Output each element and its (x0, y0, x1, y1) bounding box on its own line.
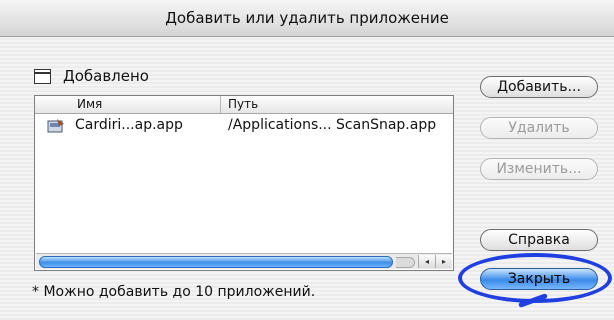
window-title-bar: Добавить или удалить приложение (0, 0, 614, 37)
added-section-label: Добавлено (63, 67, 149, 85)
horizontal-scrollbar[interactable]: ◂ ▸ (36, 253, 452, 269)
highlight-circle (458, 253, 612, 303)
app-icon (47, 119, 64, 133)
edit-button[interactable]: Изменить... (480, 158, 598, 180)
scrollbar-track-end (396, 257, 415, 268)
column-header-path[interactable]: Путь (222, 96, 258, 113)
window-title: Добавить или удалить приложение (165, 9, 449, 27)
list-item[interactable]: Cardiri...ap.app /Applications... ScanSn… (35, 115, 453, 137)
added-section-header: Добавлено (34, 66, 149, 86)
scrollbar-thumb[interactable] (39, 256, 393, 268)
window-icon (34, 68, 51, 84)
applications-list[interactable]: Имя Путь Cardiri...ap.app /Applications.… (34, 95, 454, 271)
remove-button[interactable]: Удалить (480, 117, 598, 139)
list-item-path: /Applications... ScanSnap.app (228, 117, 437, 133)
list-header: Имя Путь (35, 96, 453, 114)
list-item-name: Cardiri...ap.app (75, 117, 183, 133)
help-button[interactable]: Справка (480, 229, 598, 251)
add-button[interactable]: Добавить... (480, 76, 598, 98)
scroll-left-arrow-icon[interactable]: ◂ (418, 255, 435, 268)
column-header-name[interactable]: Имя (35, 96, 221, 113)
scroll-right-arrow-icon[interactable]: ▸ (435, 255, 452, 268)
limit-note: * Можно добавить до 10 приложений. (32, 284, 316, 300)
